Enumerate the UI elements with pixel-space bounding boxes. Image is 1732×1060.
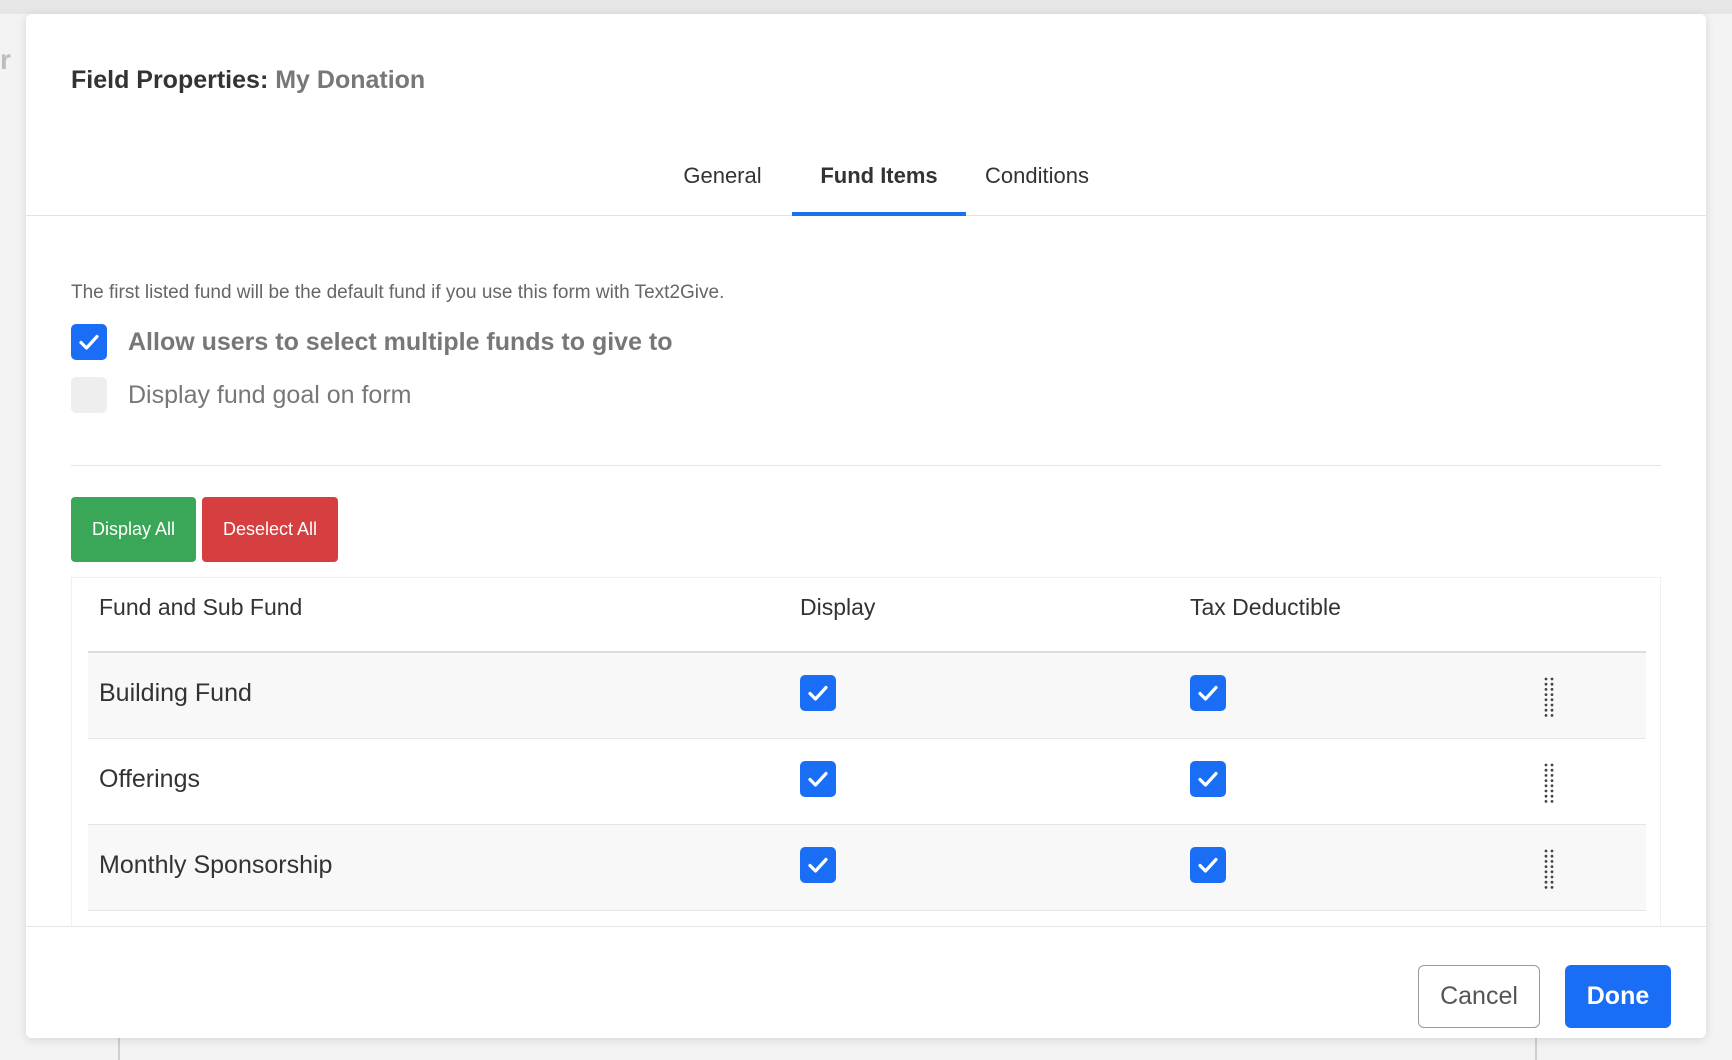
tab-conditions[interactable]: Conditions — [970, 144, 1104, 216]
tax-deductible-checkbox[interactable] — [1190, 761, 1226, 797]
multiple-funds-label: Allow users to select multiple funds to … — [128, 327, 673, 356]
backdrop-edge-text: r — [0, 44, 11, 75]
tab-general[interactable]: General — [657, 144, 788, 216]
cancel-button[interactable]: Cancel — [1418, 965, 1540, 1028]
table-row: Offerings — [88, 739, 1646, 825]
display-checkbox[interactable] — [800, 847, 836, 883]
tax-deductible-checkbox[interactable] — [1190, 675, 1226, 711]
fund-items-table: Fund and Sub Fund Display Tax Deductible… — [71, 577, 1661, 949]
column-header-tax-deductible: Tax Deductible — [1190, 594, 1341, 620]
fund-name: Monthly Sponsorship — [99, 851, 333, 879]
column-header-display: Display — [800, 594, 876, 620]
option-multiple-funds[interactable]: Allow users to select multiple funds to … — [71, 324, 673, 360]
drag-handle-icon[interactable] — [1543, 849, 1555, 889]
multiple-funds-checkbox[interactable] — [71, 324, 107, 360]
field-properties-modal: Field Properties: My Donation General Fu… — [26, 14, 1706, 1038]
display-goal-checkbox[interactable] — [71, 377, 107, 413]
table-row: Building Fund — [88, 653, 1646, 739]
display-checkbox[interactable] — [800, 675, 836, 711]
tab-bar: General Fund Items Conditions — [26, 144, 1706, 216]
display-checkbox[interactable] — [800, 761, 836, 797]
modal-title: Field Properties: My Donation — [71, 66, 425, 95]
modal-title-label: Field Properties: — [71, 66, 269, 94]
fund-name: Building Fund — [99, 679, 252, 707]
display-all-button[interactable]: Display All — [71, 497, 196, 562]
check-icon — [1198, 857, 1218, 873]
check-icon — [1198, 685, 1218, 701]
display-goal-label: Display fund goal on form — [128, 380, 412, 409]
tab-fund-items[interactable]: Fund Items — [792, 144, 966, 216]
fund-name: Offerings — [99, 765, 200, 793]
modal-title-field-name: My Donation — [275, 66, 426, 94]
section-divider — [71, 465, 1661, 466]
modal-footer: Cancel Done — [26, 926, 1706, 1038]
check-icon — [808, 685, 828, 701]
tax-deductible-checkbox[interactable] — [1190, 847, 1226, 883]
default-fund-info: The first listed fund will be the defaul… — [71, 282, 725, 303]
column-header-fund: Fund and Sub Fund — [99, 594, 303, 620]
check-icon — [808, 857, 828, 873]
done-button[interactable]: Done — [1565, 965, 1671, 1028]
option-display-goal[interactable]: Display fund goal on form — [71, 377, 411, 413]
deselect-all-button[interactable]: Deselect All — [202, 497, 338, 562]
drag-handle-icon[interactable] — [1543, 763, 1555, 803]
check-icon — [1198, 771, 1218, 787]
check-icon — [808, 771, 828, 787]
table-row: Monthly Sponsorship — [88, 825, 1646, 911]
drag-handle-icon[interactable] — [1543, 677, 1555, 717]
check-icon — [79, 334, 99, 350]
